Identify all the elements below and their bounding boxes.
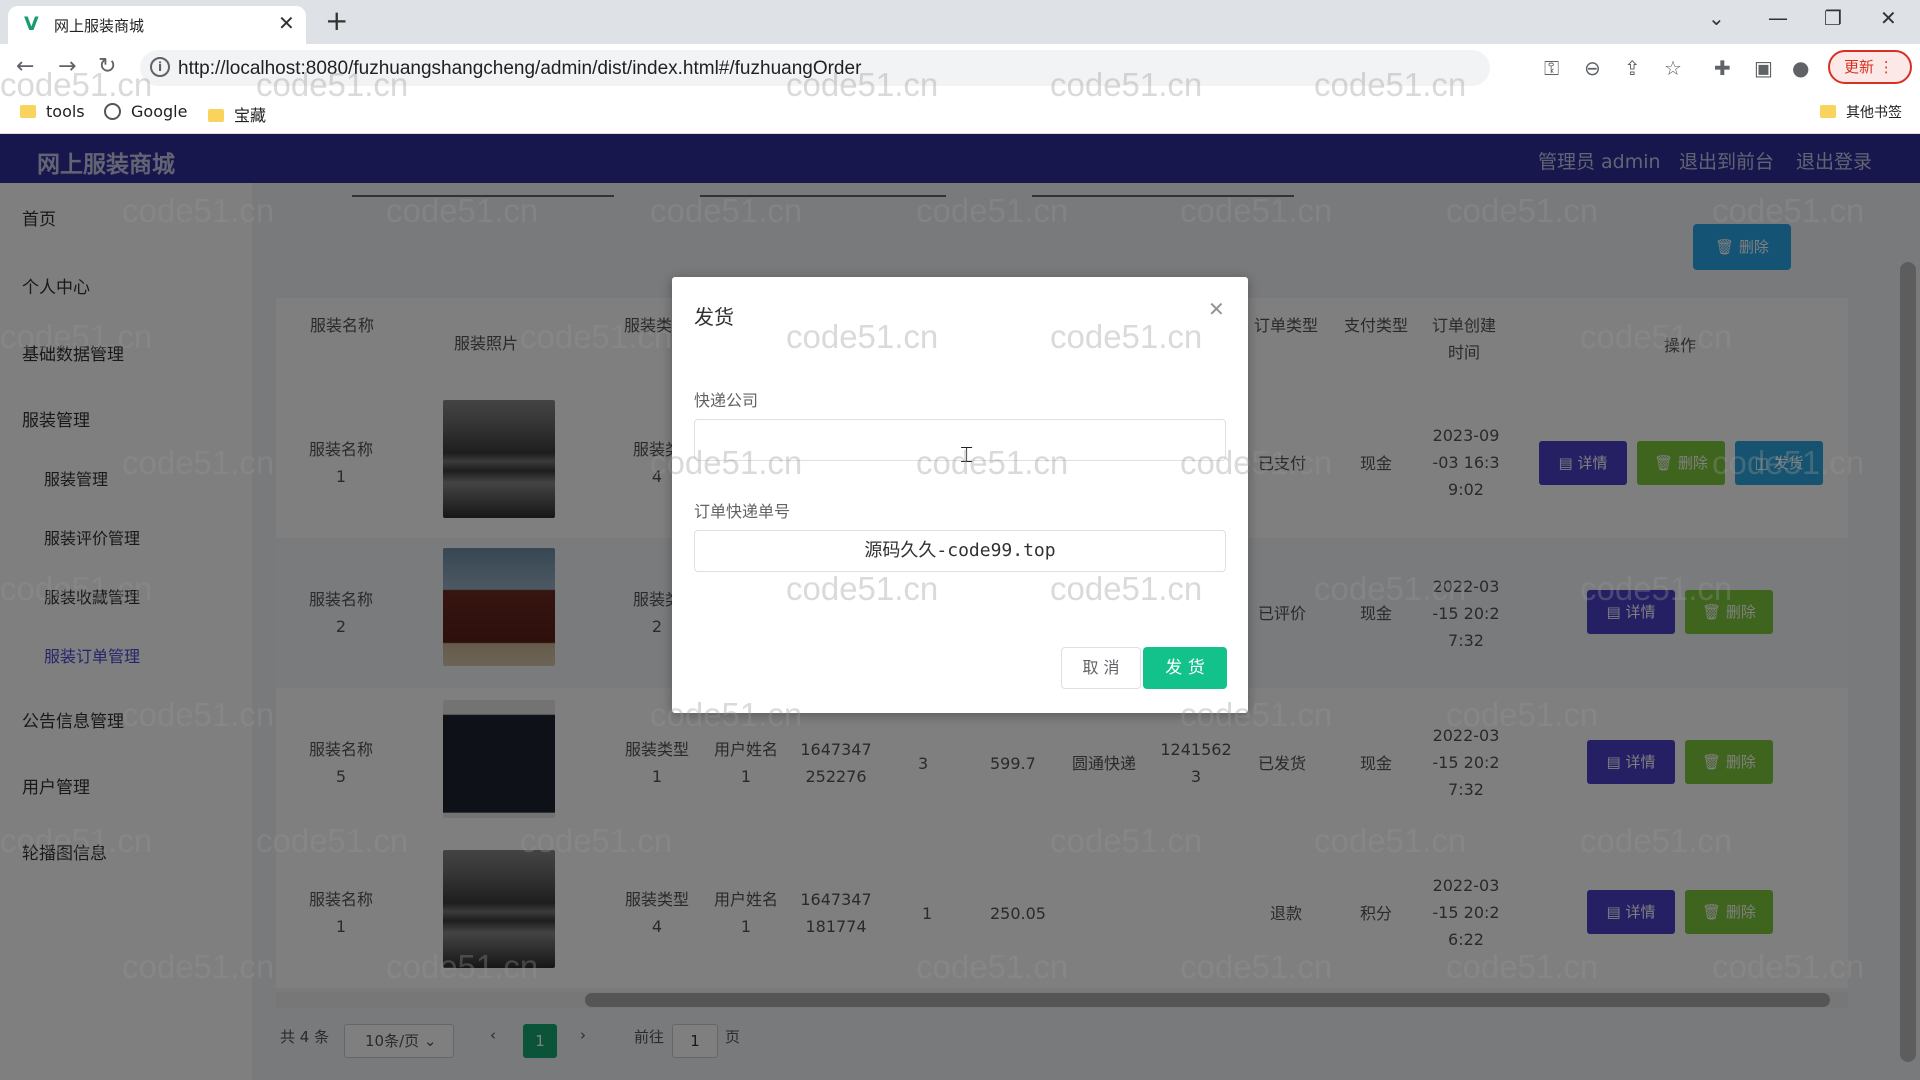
text-cursor-icon: ⌶ — [960, 443, 974, 468]
key-icon[interactable]: ⚿ — [1544, 56, 1559, 80]
tab-title: 网上服装商城 — [54, 17, 145, 35]
update-button[interactable]: 更新 ⋮ — [1828, 50, 1912, 84]
url-text[interactable]: http://localhost:8080/fuzhuangshangcheng… — [178, 58, 861, 80]
globe-icon — [104, 103, 121, 120]
share-icon[interactable]: ⇪ — [1624, 56, 1641, 80]
express-company-label: 快递公司 — [694, 391, 759, 410]
restore-icon[interactable]: ❐ — [1824, 6, 1842, 30]
reload-icon[interactable]: ↻ — [98, 54, 116, 79]
confirm-ship-button[interactable]: 发 货 — [1143, 647, 1227, 689]
window-close-icon[interactable]: ✕ — [1880, 6, 1897, 30]
ship-dialog: 发货 ✕ 快递公司 订单快递单号 源码久久-code99.top 取 消 发 货 — [672, 277, 1248, 713]
cancel-button[interactable]: 取 消 — [1061, 647, 1141, 689]
dialog-close-icon[interactable]: ✕ — [1208, 297, 1225, 321]
forward-icon[interactable]: → — [58, 54, 76, 79]
update-label: 更新 — [1844, 58, 1875, 76]
sidepanel-icon[interactable]: ▣ — [1754, 56, 1773, 80]
folder-icon — [208, 109, 224, 122]
browser-tabbar: V 网上服装商城 ✕ + ⌄ — ❐ ✕ — [0, 0, 1920, 44]
address-bar: ← → ↻ i http://localhost:8080/fuzhuangsh… — [0, 44, 1920, 92]
site-info-icon[interactable]: i — [150, 57, 170, 77]
bookmark-other[interactable]: 其他书签 — [1820, 102, 1902, 122]
folder-icon — [1820, 105, 1836, 118]
browser-tab[interactable]: V 网上服装商城 ✕ — [8, 6, 306, 44]
bookmark-tools[interactable]: tools — [20, 102, 85, 121]
dialog-title: 发货 — [694, 305, 734, 329]
new-tab-icon[interactable]: + — [325, 6, 348, 36]
star-icon[interactable]: ☆ — [1664, 56, 1682, 80]
bookmarks-bar: tools Google 宝藏 其他书签 — [0, 92, 1920, 134]
tracking-number-input[interactable]: 源码久久-code99.top — [694, 530, 1226, 572]
vue-favicon-icon: V — [24, 13, 39, 35]
minimize-icon[interactable]: — — [1768, 6, 1788, 30]
zoom-icon[interactable]: ⊖ — [1584, 56, 1601, 80]
tracking-number-label: 订单快递单号 — [694, 502, 791, 521]
bookmark-google[interactable]: Google — [104, 102, 187, 121]
folder-icon — [20, 105, 36, 118]
tab-close-icon[interactable]: ✕ — [278, 11, 295, 35]
bookmark-treasure[interactable]: 宝藏 — [208, 102, 266, 126]
tab-search-icon[interactable]: ⌄ — [1708, 6, 1725, 30]
profile-icon[interactable]: ● — [1792, 56, 1809, 80]
back-icon[interactable]: ← — [16, 54, 34, 79]
extensions-icon[interactable]: ✚ — [1714, 56, 1731, 80]
